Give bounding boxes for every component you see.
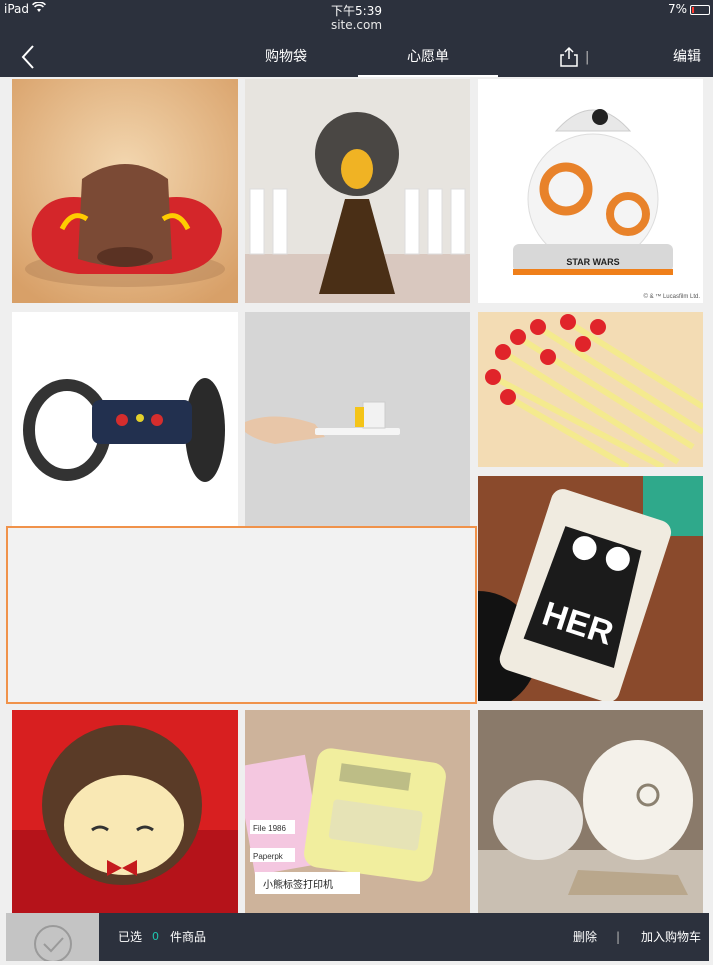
product-image-shells: [478, 710, 703, 913]
product-tile-robot[interactable]: [12, 312, 238, 536]
status-bar: iPad 下午5:39 site.com 7%: [0, 0, 713, 37]
printer-label-2: 小熊标签打印机: [263, 878, 333, 891]
battery-percent: 7%: [667, 2, 687, 16]
printer-label-3: Paperpk: [253, 852, 284, 861]
product-tile-bb8[interactable]: STAR WARS © & ™ Lucasfilm Ltd.: [478, 79, 703, 303]
add-to-cart-button[interactable]: 加入购物车: [641, 913, 701, 961]
product-tile-shells[interactable]: [478, 710, 703, 913]
bottom-divider: |: [616, 930, 621, 944]
tab-wishlist[interactable]: 心愿单: [358, 37, 498, 77]
product-tile-mop-doll[interactable]: [245, 79, 470, 303]
selected-prefix: 已选: [118, 930, 143, 944]
product-image-match-pens: [478, 312, 703, 467]
bb8-brand-text: STAR WARS: [566, 257, 619, 267]
product-tile-monkey[interactable]: [12, 710, 238, 913]
battery-icon: [690, 5, 710, 15]
product-image-robot: [12, 312, 238, 536]
bb8-copyright-text: © & ™ Lucasfilm Ltd.: [644, 293, 701, 300]
selected-suffix: 件商品: [170, 930, 207, 944]
product-tile-placeholder[interactable]: [6, 526, 477, 704]
printer-label-1: File 1986: [253, 824, 286, 833]
product-tile-cushion[interactable]: [12, 79, 238, 303]
edit-button[interactable]: 编辑: [673, 37, 701, 77]
product-tile-label-printer[interactable]: File 1986 Paperpk 小熊标签打印机: [245, 710, 470, 913]
product-image-bb8: STAR WARS © & ™ Lucasfilm Ltd.: [478, 79, 703, 303]
product-image-mop-doll: [245, 79, 470, 303]
product-tile-match-pens[interactable]: [478, 312, 703, 467]
share-icon[interactable]: [558, 46, 580, 68]
product-image-label-printer: File 1986 Paperpk 小熊标签打印机: [245, 710, 470, 913]
check-circle-icon: [34, 925, 72, 963]
selected-count: 0: [152, 930, 159, 943]
product-image-cushion: [12, 79, 238, 303]
back-icon[interactable]: [14, 43, 44, 71]
product-image-monkey: [12, 710, 238, 913]
nav-divider: |: [585, 50, 590, 65]
product-image-tray-device: [245, 312, 470, 536]
product-tile-tray-device[interactable]: [245, 312, 470, 536]
tab-shopping-bag[interactable]: 购物袋: [248, 37, 324, 77]
bottom-action-bar: 已选 0 件商品 删除 | 加入购物车: [6, 913, 709, 963]
page-url[interactable]: site.com: [0, 18, 713, 32]
delete-button[interactable]: 删除: [573, 913, 597, 961]
clock: 下午5:39: [331, 4, 382, 18]
product-tile-power-bank[interactable]: HER: [478, 476, 703, 701]
select-all-checkbox[interactable]: [6, 913, 99, 963]
product-image-power-bank: HER: [478, 476, 703, 701]
nav-bar: 购物袋 心愿单 | 编辑: [0, 37, 713, 77]
